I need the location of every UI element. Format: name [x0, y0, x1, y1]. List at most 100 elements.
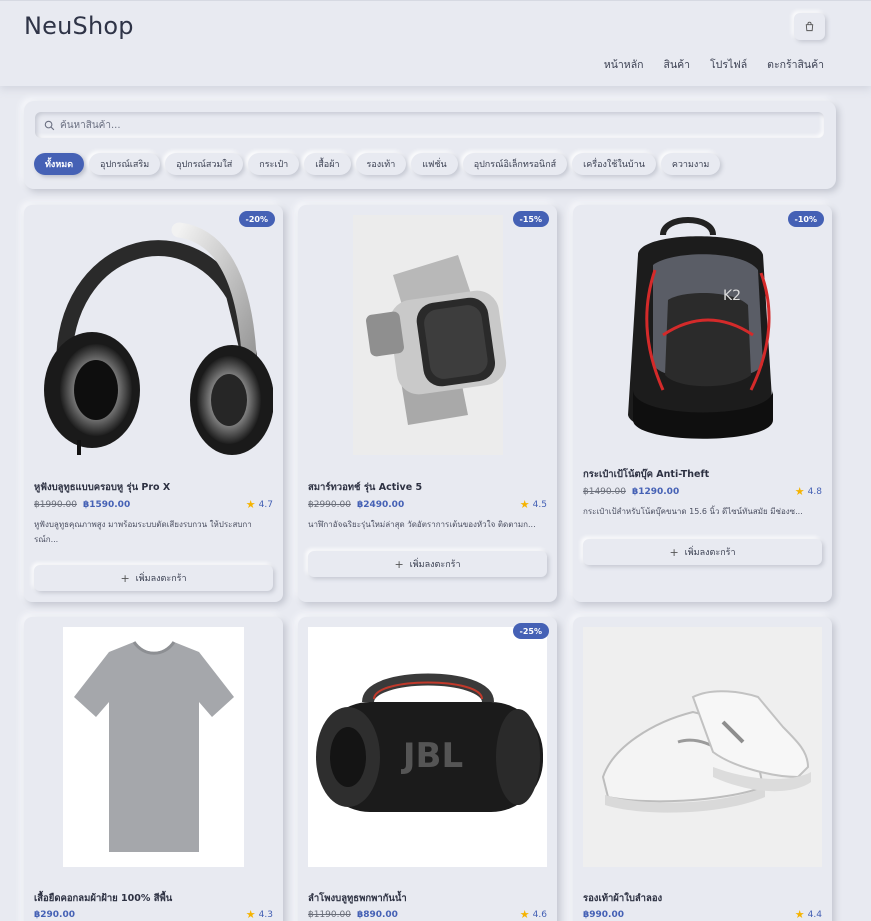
star-icon: ★ [519, 498, 530, 511]
product-image[interactable] [583, 627, 822, 867]
sale-price: ฿2490.00 [356, 500, 405, 510]
product-name[interactable]: รองเท้าผ้าใบลำลอง [583, 891, 662, 906]
category-chip-shoes[interactable]: รองเท้า [355, 153, 407, 175]
sneakers-image [583, 627, 822, 867]
rating-value: 4.8 [807, 486, 822, 497]
original-price: ฿1990.00 [34, 500, 77, 510]
nav-products[interactable]: สินค้า [664, 56, 691, 73]
product-name[interactable]: เสื้อยืดคอกลมผ้าฝ้าย 100% สีพื้น [34, 891, 172, 906]
rating: ★ 4.7 [246, 498, 273, 511]
add-to-cart-label: เพิ่มลงตะกร้า [409, 560, 461, 570]
sale-price: ฿890.00 [356, 910, 398, 920]
main-nav: หน้าหลัก สินค้า โปรไฟล์ ตะกร้าสินค้า [604, 56, 824, 73]
price-row: ฿990.00 [583, 910, 624, 920]
product-card[interactable]: K2 -10% กระเป๋าเป้โน้ตบุ๊ค Anti-Theft ฿1… [573, 205, 832, 602]
category-chip-accessories[interactable]: อุปกรณ์เสริม [89, 153, 161, 175]
product-card[interactable]: JBL -25% ลำโพงบลูทูธพกพากันน้ำ ฿1190.00 … [298, 617, 557, 921]
search-icon [44, 120, 55, 130]
star-icon: ★ [245, 908, 256, 921]
add-to-cart-button[interactable]: + เพิ่มลงตะกร้า [583, 539, 822, 565]
plus-icon: + [394, 557, 404, 571]
product-name[interactable]: ลำโพงบลูทูธพกพากันน้ำ [308, 891, 407, 906]
star-icon: ★ [245, 498, 256, 511]
category-chip-electronics[interactable]: อุปกรณ์อิเล็กทรอนิกส์ [462, 153, 568, 175]
shopping-bag-icon [805, 21, 814, 32]
product-description: นาฬิกาอัจฉริยะรุ่นใหม่ล่าสุด วัดอัตราการ… [308, 520, 536, 529]
svg-text:JBL: JBL [401, 736, 463, 776]
original-price: ฿2990.00 [308, 500, 351, 510]
category-chip-beauty[interactable]: ความงาม [660, 153, 721, 175]
sale-price: ฿1290.00 [631, 487, 680, 497]
rating-value: 4.5 [532, 499, 547, 510]
price-row: ฿290.00 [34, 910, 75, 920]
original-price: ฿1490.00 [583, 487, 626, 497]
product-description: หูฟังบลูทูธคุณภาพสูง มาพร้อมระบบตัดเสียง… [34, 520, 252, 544]
search-input[interactable] [60, 119, 760, 131]
discount-badge: -15% [512, 211, 549, 227]
product-image[interactable]: JBL [308, 627, 547, 867]
nav-home[interactable]: หน้าหลัก [604, 56, 644, 73]
product-card[interactable]: รองเท้าผ้าใบลำลอง ฿990.00 ★ 4.4 [573, 617, 832, 921]
category-chip-clothing[interactable]: เสื้อผ้า [304, 153, 351, 175]
product-description: กระเป๋าเป้สำหรับโน้ตบุ๊คขนาด 15.6 นิ้ว ด… [583, 507, 803, 516]
rating-value: 4.4 [807, 909, 822, 920]
rating-value: 4.6 [532, 909, 547, 920]
top-header: NeuShop หน้าหลัก สินค้า โปรไฟล์ ตะกร้าสิ… [0, 0, 871, 86]
product-card[interactable]: เสื้อยืดคอกลมผ้าฝ้าย 100% สีพื้น ฿290.00… [24, 617, 283, 921]
star-icon: ★ [794, 485, 805, 498]
add-to-cart-button[interactable]: + เพิ่มลงตะกร้า [34, 565, 273, 591]
product-name[interactable]: หูฟังบลูทูธแบบครอบหู รุ่น Pro X [34, 480, 170, 495]
category-chip-bags[interactable]: กระเป๋า [248, 153, 300, 175]
product-card[interactable]: -20% หูฟังบลูทูธแบบครอบหู รุ่น Pro X ฿19… [24, 205, 283, 602]
sale-price: ฿990.00 [583, 910, 624, 920]
product-image[interactable] [308, 215, 547, 455]
smartwatch-image [353, 215, 507, 455]
nav-cart[interactable]: ตะกร้าสินค้า [767, 56, 824, 73]
plus-icon: + [669, 545, 679, 559]
product-name[interactable]: กระเป๋าเป้โน้ตบุ๊ค Anti-Theft [583, 467, 709, 482]
product-image[interactable] [34, 215, 273, 455]
rating: ★ 4.6 [520, 908, 547, 921]
star-icon: ★ [519, 908, 530, 921]
rating: ★ 4.8 [795, 485, 822, 498]
category-chip-fashion[interactable]: แฟชั่น [411, 153, 458, 175]
product-name[interactable]: สมาร์ทวอทช์ รุ่น Active 5 [308, 480, 422, 495]
rating: ★ 4.4 [795, 908, 822, 921]
add-to-cart-button[interactable]: + เพิ่มลงตะกร้า [308, 551, 547, 577]
sale-price: ฿290.00 [34, 910, 75, 920]
rating: ★ 4.3 [246, 908, 273, 921]
product-image[interactable]: K2 [583, 215, 822, 455]
star-icon: ★ [794, 908, 805, 921]
discount-badge: -20% [238, 211, 275, 227]
tshirt-image [63, 627, 244, 867]
category-chip-wearables[interactable]: อุปกรณ์สวมใส่ [165, 153, 244, 175]
category-chips: ทั้งหมด อุปกรณ์เสริม อุปกรณ์สวมใส่ กระเป… [34, 153, 721, 175]
price-row: ฿1990.00 ฿1590.00 [34, 500, 130, 510]
discount-badge: -25% [512, 623, 549, 639]
brand-logo[interactable]: NeuShop [24, 12, 134, 40]
nav-profile[interactable]: โปรไฟล์ [710, 56, 747, 73]
plus-icon: + [120, 571, 130, 585]
add-to-cart-label: เพิ่มลงตะกร้า [135, 574, 187, 584]
headphones-image [44, 222, 273, 455]
backpack-image: K2 [628, 217, 773, 439]
category-chip-all[interactable]: ทั้งหมด [34, 153, 85, 175]
search-box [35, 112, 824, 138]
add-to-cart-label: เพิ่มลงตะกร้า [684, 548, 736, 558]
sale-price: ฿1590.00 [82, 500, 131, 510]
svg-text:K2: K2 [723, 288, 741, 304]
rating-value: 4.7 [258, 499, 273, 510]
price-row: ฿1190.00 ฿890.00 [308, 910, 398, 920]
original-price: ฿1190.00 [308, 910, 351, 920]
filter-panel: ทั้งหมด อุปกรณ์เสริม อุปกรณ์สวมใส่ กระเป… [24, 101, 836, 189]
product-image[interactable] [34, 627, 273, 867]
discount-badge: -10% [787, 211, 824, 227]
speaker-image: JBL [308, 627, 547, 867]
price-row: ฿1490.00 ฿1290.00 [583, 487, 679, 497]
rating: ★ 4.5 [520, 498, 547, 511]
category-chip-home[interactable]: เครื่องใช้ในบ้าน [572, 153, 656, 175]
product-card[interactable]: -15% สมาร์ทวอทช์ รุ่น Active 5 ฿2990.00 … [298, 205, 557, 602]
rating-value: 4.3 [258, 909, 273, 920]
price-row: ฿2990.00 ฿2490.00 [308, 500, 404, 510]
cart-button[interactable] [794, 13, 825, 40]
